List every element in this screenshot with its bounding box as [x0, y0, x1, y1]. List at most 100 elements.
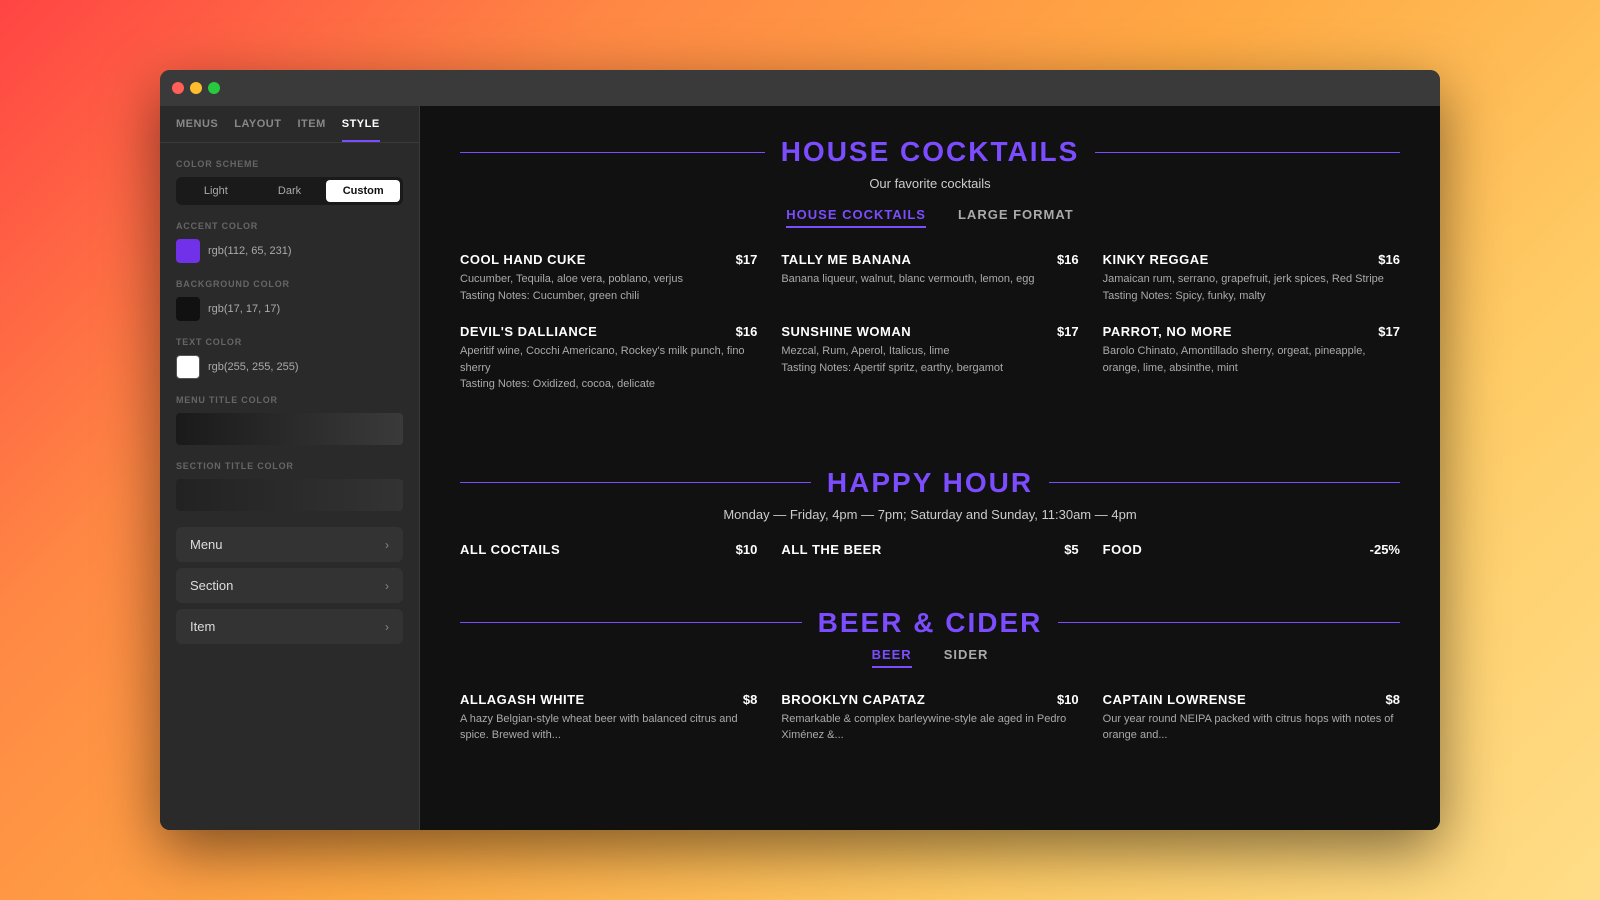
item-price: $17 — [736, 252, 758, 267]
house-cocktails-tabs: HOUSE COCKTAILS LARGE FORMAT — [460, 207, 1400, 228]
accent-color-swatch[interactable] — [176, 239, 200, 263]
menu-item-header: KINKY REGGAE $16 — [1103, 252, 1400, 267]
menu-item-header: DEVIL'S DALLIANCE $16 — [460, 324, 757, 339]
background-color-value: rgb(17, 17, 17) — [208, 303, 280, 315]
menu-title-color-section: MENU TITLE COLOR — [160, 395, 419, 461]
app-window: MENUS LAYOUT ITEM STYLE COLOR SCHEME Lig… — [160, 70, 1440, 830]
item-desc: Banana liqueur, walnut, blanc vermouth, … — [781, 271, 1078, 288]
background-color-swatch[interactable] — [176, 297, 200, 321]
item-name: ALLAGASH WHITE — [460, 692, 585, 707]
item-price: $8 — [1386, 692, 1400, 707]
item-price: $10 — [1057, 692, 1079, 707]
house-cocktails-grid: COOL HAND CUKE $17 Cucumber, Tequila, al… — [460, 252, 1400, 393]
background-color-row: rgb(17, 17, 17) — [176, 297, 403, 321]
scheme-dark[interactable]: Dark — [253, 180, 327, 202]
title-line-left — [460, 622, 802, 623]
close-button[interactable] — [172, 82, 184, 94]
simple-item-name: ALL THE BEER — [781, 542, 881, 557]
sidebar-nav-section-label: Section — [190, 578, 233, 593]
menu-item-tally-banana: TALLY ME BANANA $16 Banana liqueur, waln… — [781, 252, 1078, 304]
text-color-section: TEXT COLOR rgb(255, 255, 255) — [160, 337, 419, 395]
simple-item-beer: ALL THE BEER $5 — [781, 542, 1078, 557]
tab-sider[interactable]: SIDER — [944, 647, 989, 668]
title-line-left — [460, 482, 811, 483]
section-title-color-preview[interactable] — [176, 479, 403, 511]
item-desc: Cucumber, Tequila, aloe vera, poblano, v… — [460, 271, 757, 304]
house-cocktails-title: HOUSE COCKTAILS — [781, 136, 1080, 168]
menu-item-sunshine-woman: SUNSHINE WOMAN $17 Mezcal, Rum, Aperol, … — [781, 324, 1078, 393]
item-name: CAPTAIN LOWRENSE — [1103, 692, 1247, 707]
tab-layout[interactable]: LAYOUT — [234, 118, 281, 142]
item-desc: A hazy Belgian-style wheat beer with bal… — [460, 711, 757, 744]
sidebar-nav-section: Menu › Section › Item › — [160, 527, 419, 666]
menu-item-brooklyn: BROOKLYN CAPATAZ $10 Remarkable & comple… — [781, 692, 1078, 744]
simple-item-name: ALL COCTAILS — [460, 542, 560, 557]
happy-hour-section: HAPPY HOUR Monday — Friday, 4pm — 7pm; S… — [420, 437, 1440, 577]
tab-house-cocktails[interactable]: HOUSE COCKTAILS — [786, 207, 926, 228]
item-desc: Mezcal, Rum, Aperol, Italicus, limeTasti… — [781, 343, 1078, 376]
section-title-color-section: SECTION TITLE COLOR — [160, 461, 419, 527]
happy-hour-title: HAPPY HOUR — [827, 467, 1033, 499]
sidebar-nav-menu[interactable]: Menu › — [176, 527, 403, 562]
color-scheme-section: COLOR SCHEME Light Dark Custom — [160, 159, 419, 221]
item-name: COOL HAND CUKE — [460, 252, 586, 267]
chevron-right-icon: › — [385, 620, 389, 634]
simple-item-cocktails: ALL COCTAILS $10 — [460, 542, 757, 557]
minimize-button[interactable] — [190, 82, 202, 94]
menu-title-color-preview[interactable] — [176, 413, 403, 445]
sidebar-tabs: MENUS LAYOUT ITEM STYLE — [160, 106, 419, 143]
item-name: BROOKLYN CAPATAZ — [781, 692, 925, 707]
item-desc: Barolo Chinato, Amontillado sherry, orge… — [1103, 343, 1400, 376]
accent-color-row: rgb(112, 65, 231) — [176, 239, 403, 263]
menu-item-captain: CAPTAIN LOWRENSE $8 Our year round NEIPA… — [1103, 692, 1400, 744]
scheme-light[interactable]: Light — [179, 180, 253, 202]
sidebar-nav-menu-label: Menu — [190, 537, 223, 552]
menu-item-header: COOL HAND CUKE $17 — [460, 252, 757, 267]
title-line-right — [1049, 482, 1400, 483]
title-line-left — [460, 152, 765, 153]
menu-item-header: CAPTAIN LOWRENSE $8 — [1103, 692, 1400, 707]
item-name: PARROT, NO MORE — [1103, 324, 1232, 339]
beer-items-grid: ALLAGASH WHITE $8 A hazy Belgian-style w… — [460, 692, 1400, 744]
main-content: HOUSE COCKTAILS Our favorite cocktails H… — [420, 106, 1440, 830]
tab-item[interactable]: ITEM — [297, 118, 325, 142]
accent-color-label: ACCENT COLOR — [176, 221, 403, 231]
item-name: DEVIL'S DALLIANCE — [460, 324, 597, 339]
background-color-section: BACKGROUND COLOR rgb(17, 17, 17) — [160, 279, 419, 337]
house-cocktails-section: HOUSE COCKTAILS Our favorite cocktails H… — [420, 106, 1440, 437]
tab-large-format[interactable]: LARGE FORMAT — [958, 207, 1074, 228]
tab-beer[interactable]: BEER — [872, 647, 912, 668]
item-name: TALLY ME BANANA — [781, 252, 911, 267]
beer-cider-section: BEER & CIDER BEER SIDER ALLAGASH WHITE $… — [420, 577, 1440, 788]
chevron-right-icon: › — [385, 538, 389, 552]
section-title-color-label: SECTION TITLE COLOR — [176, 461, 403, 471]
sidebar-nav-item[interactable]: Item › — [176, 609, 403, 644]
tab-menus[interactable]: MENUS — [176, 118, 218, 142]
item-name: SUNSHINE WOMAN — [781, 324, 911, 339]
color-scheme-group: Light Dark Custom — [176, 177, 403, 205]
simple-item-name: FOOD — [1103, 542, 1143, 557]
chevron-right-icon: › — [385, 579, 389, 593]
item-price: $17 — [1378, 324, 1400, 339]
item-price: $17 — [1057, 324, 1079, 339]
accent-color-value: rgb(112, 65, 231) — [208, 245, 292, 257]
item-price: $16 — [1378, 252, 1400, 267]
maximize-button[interactable] — [208, 82, 220, 94]
title-line-right — [1058, 622, 1400, 623]
menu-item-header: BROOKLYN CAPATAZ $10 — [781, 692, 1078, 707]
simple-item-food: FOOD -25% — [1103, 542, 1400, 557]
sidebar-nav-section[interactable]: Section › — [176, 568, 403, 603]
simple-item-price: $10 — [736, 542, 758, 557]
background-color-label: BACKGROUND COLOR — [176, 279, 403, 289]
text-color-swatch[interactable] — [176, 355, 200, 379]
menu-item-kinky-reggae: KINKY REGGAE $16 Jamaican rum, serrano, … — [1103, 252, 1400, 304]
item-desc: Jamaican rum, serrano, grapefruit, jerk … — [1103, 271, 1400, 304]
menu-item-parrot-no-more: PARROT, NO MORE $17 Barolo Chinato, Amon… — [1103, 324, 1400, 393]
traffic-lights — [172, 82, 220, 94]
simple-item-price: -25% — [1370, 542, 1400, 557]
scheme-custom[interactable]: Custom — [326, 180, 400, 202]
sidebar: MENUS LAYOUT ITEM STYLE COLOR SCHEME Lig… — [160, 106, 420, 830]
tab-style[interactable]: STYLE — [342, 118, 380, 142]
accent-color-section: ACCENT COLOR rgb(112, 65, 231) — [160, 221, 419, 279]
beer-cider-tabs: BEER SIDER — [460, 647, 1400, 668]
